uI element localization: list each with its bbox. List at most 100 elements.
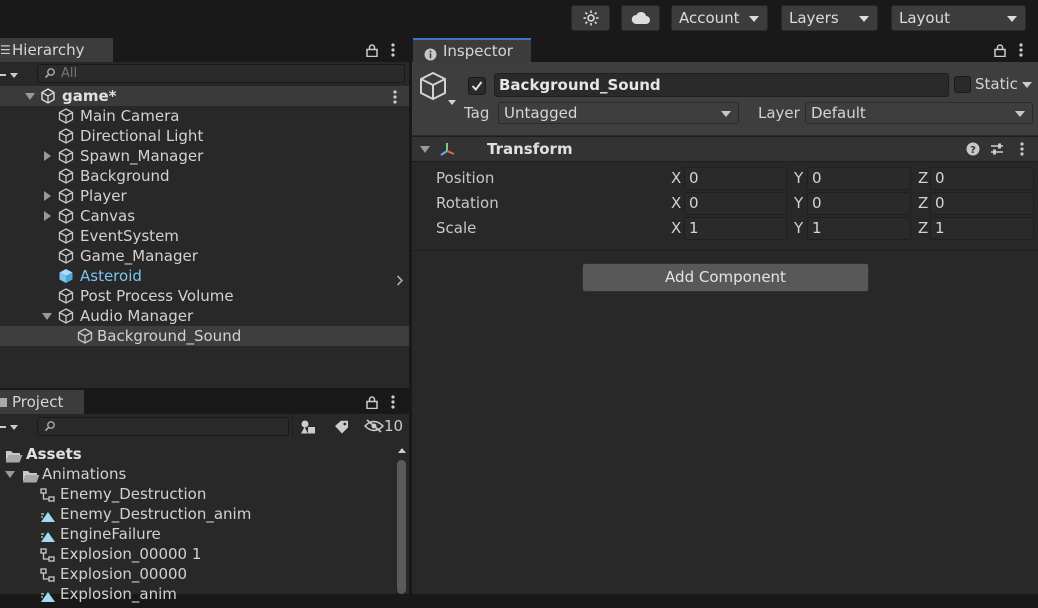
fold-closed-icon[interactable]: [44, 211, 51, 221]
object-header: Background_Sound Static Tag Untagged Lay…: [412, 62, 1038, 135]
hierarchy-item-background-sound[interactable]: Background_Sound: [0, 326, 409, 346]
axis-x-label[interactable]: X: [671, 217, 681, 240]
hidden-packages-toggle[interactable]: 10: [362, 416, 406, 436]
gameobject-cube-icon[interactable]: [419, 71, 459, 115]
create-dropdown[interactable]: [0, 66, 24, 84]
object-name-field[interactable]: Background_Sound: [494, 73, 949, 97]
create-dropdown[interactable]: [0, 418, 24, 436]
hierarchy-item-eventsystem[interactable]: EventSystem: [0, 226, 409, 246]
project-item[interactable]: Explosion_00000 1: [0, 544, 409, 564]
project-item[interactable]: Explosion_anim: [0, 584, 409, 604]
axis-y-label[interactable]: Y: [794, 192, 803, 215]
hierarchy-item-asteroid[interactable]: Asteroid: [0, 266, 409, 286]
account-dropdown[interactable]: Account: [671, 5, 768, 31]
tag-dropdown[interactable]: Untagged: [498, 102, 739, 124]
hierarchy-item-directional-light[interactable]: Directional Light: [0, 126, 409, 146]
kebab-menu-icon[interactable]: [386, 394, 400, 410]
component-divider: [412, 250, 1038, 251]
position-x-field[interactable]: 0: [684, 167, 787, 190]
axis-z-label[interactable]: Z: [918, 192, 928, 215]
tab-project-label: Project: [12, 393, 64, 411]
help-icon[interactable]: ?: [966, 142, 980, 160]
axis-z-label[interactable]: Z: [918, 217, 928, 240]
layers-label: Layers: [789, 9, 839, 27]
transform-component-header[interactable]: Transform ?: [412, 136, 1038, 162]
hierarchy-tab-strip: Hierarchy ☰: [0, 38, 409, 62]
kebab-menu-icon[interactable]: [1014, 42, 1028, 58]
tab-hierarchy[interactable]: Hierarchy: [0, 38, 113, 62]
rotation-z-field[interactable]: 0: [930, 192, 1034, 215]
fold-open-icon[interactable]: [420, 146, 430, 153]
project-item-animations[interactable]: Animations: [0, 464, 409, 484]
scale-x-field[interactable]: 1: [684, 217, 787, 240]
list-icon: ☰: [0, 43, 11, 57]
hierarchy-item-player[interactable]: Player: [0, 186, 409, 206]
scroll-up-arrow-icon[interactable]: [398, 448, 406, 453]
project-item-label: EngineFailure: [60, 525, 161, 543]
filter-by-type-icon[interactable]: [298, 418, 318, 435]
svg-text:?: ?: [970, 145, 976, 156]
presets-icon[interactable]: [990, 142, 1004, 160]
fold-open-icon[interactable]: [25, 93, 35, 100]
scene-row[interactable]: game*: [0, 86, 409, 106]
project-item[interactable]: Enemy_Destruction: [0, 484, 409, 504]
hierarchy-item-main-camera[interactable]: Main Camera: [0, 106, 409, 126]
static-checkbox[interactable]: [954, 76, 971, 93]
hierarchy-item-canvas[interactable]: Canvas: [0, 206, 409, 226]
kebab-menu-icon[interactable]: [1020, 142, 1024, 160]
scale-z-value: 1: [935, 219, 945, 237]
layout-dropdown[interactable]: Layout: [891, 5, 1026, 31]
lock-icon[interactable]: [364, 42, 380, 58]
tab-project[interactable]: Project: [0, 390, 84, 414]
static-dropdown[interactable]: Static: [975, 74, 1038, 96]
fold-closed-icon[interactable]: [44, 191, 51, 201]
axis-z-label[interactable]: Z: [918, 167, 928, 190]
active-checkbox[interactable]: [468, 77, 486, 95]
project-item[interactable]: Enemy_Destruction_anim: [0, 504, 409, 524]
position-z-field[interactable]: 0: [930, 167, 1034, 190]
static-label: Static: [975, 75, 1018, 93]
rotation-x-value: 0: [689, 194, 699, 212]
axis-y-label[interactable]: Y: [794, 167, 803, 190]
position-x-value: 0: [689, 169, 699, 187]
tab-inspector[interactable]: Inspector: [413, 38, 531, 62]
project-scrollbar[interactable]: [395, 444, 409, 594]
project-search-input[interactable]: [37, 417, 289, 436]
scale-y-field[interactable]: 1: [807, 217, 911, 240]
collab-sparkle-icon[interactable]: [571, 5, 610, 31]
fold-open-icon[interactable]: [42, 313, 52, 320]
lock-icon[interactable]: [364, 394, 380, 410]
scale-label: Scale: [436, 219, 477, 237]
hierarchy-search-input[interactable]: All: [37, 64, 405, 83]
filter-by-label-icon[interactable]: [331, 418, 351, 435]
fold-open-icon[interactable]: [5, 471, 15, 478]
hierarchy-item-spawn-manager[interactable]: Spawn_Manager: [0, 146, 409, 166]
hierarchy-item-background[interactable]: Background: [0, 166, 409, 186]
rotation-y-field[interactable]: 0: [807, 192, 911, 215]
hierarchy-item-audio-manager[interactable]: Audio Manager: [0, 306, 409, 326]
hidden-package-count: 10: [384, 417, 404, 435]
layer-dropdown[interactable]: Default: [805, 102, 1033, 124]
layers-dropdown[interactable]: Layers: [781, 5, 878, 31]
hierarchy-item-game-manager[interactable]: Game_Manager: [0, 246, 409, 266]
axis-x-label[interactable]: X: [671, 167, 681, 190]
position-label: Position: [436, 169, 495, 187]
add-component-button[interactable]: Add Component: [582, 263, 869, 292]
axis-y-label[interactable]: Y: [794, 217, 803, 240]
plus-icon: [0, 426, 6, 428]
cloud-icon[interactable]: [621, 5, 660, 31]
scrollbar-thumb[interactable]: [397, 460, 406, 594]
axis-x-label[interactable]: X: [671, 192, 681, 215]
position-y-field[interactable]: 0: [807, 167, 911, 190]
project-item[interactable]: Explosion_00000: [0, 564, 409, 584]
rotation-x-field[interactable]: 0: [684, 192, 787, 215]
hierarchy-item-post-process-volume[interactable]: Post Process Volume: [0, 286, 409, 306]
add-component-label: Add Component: [665, 268, 786, 286]
project-item-assets[interactable]: Assets: [0, 444, 409, 464]
lock-icon[interactable]: [992, 42, 1008, 58]
scale-z-field[interactable]: 1: [930, 217, 1034, 240]
kebab-menu-icon[interactable]: [386, 42, 400, 58]
project-item-label: Enemy_Destruction: [60, 485, 207, 503]
project-item[interactable]: EngineFailure: [0, 524, 409, 544]
fold-closed-icon[interactable]: [44, 151, 51, 161]
